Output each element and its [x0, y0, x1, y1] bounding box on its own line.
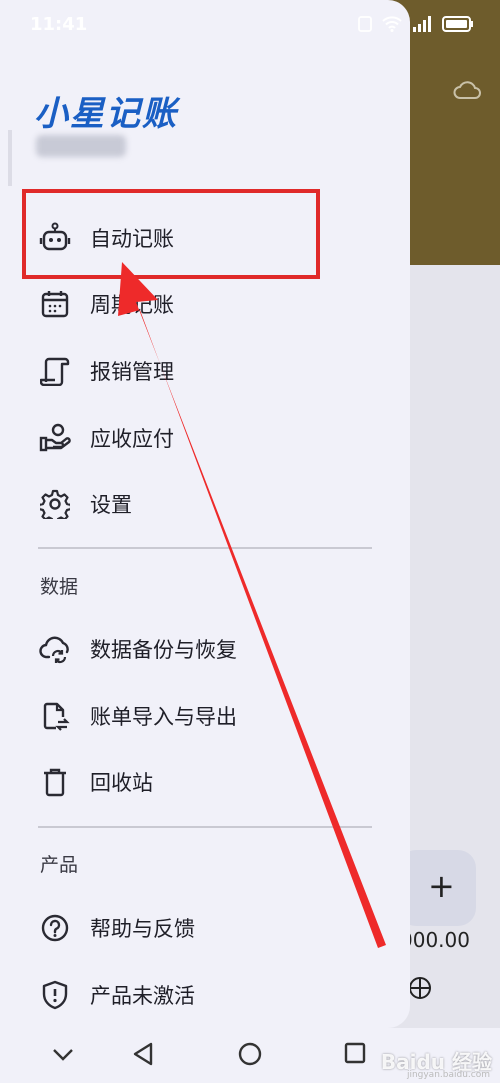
- annotation-arrow: [118, 262, 386, 948]
- watermark-url: jingyan.baidu.com: [406, 1070, 490, 1080]
